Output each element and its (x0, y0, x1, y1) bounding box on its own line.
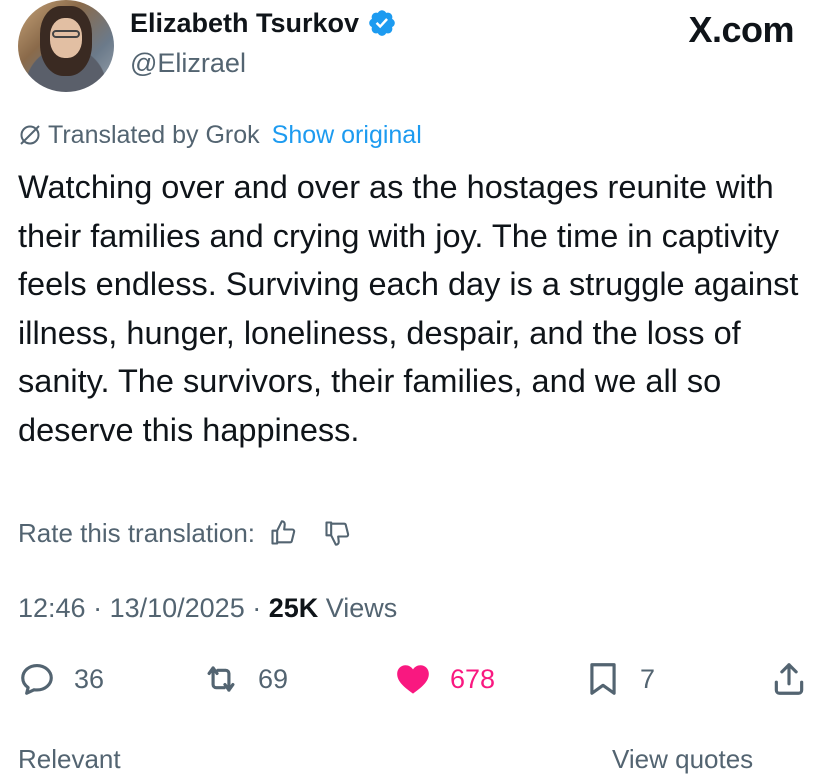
avatar-face (50, 18, 82, 58)
heart-icon (397, 665, 429, 694)
avatar-glasses (52, 30, 80, 38)
author-name-row[interactable]: Elizabeth Tsurkov (130, 6, 397, 40)
share-icon (774, 663, 804, 695)
tweet-text: Watching over and over as the hostages r… (18, 169, 799, 448)
tweet-date[interactable]: 13/10/2025 (110, 593, 245, 623)
view-quotes-link[interactable]: View quotes (612, 742, 753, 776)
bookmark-count: 7 (640, 663, 656, 694)
meta-separator: · (244, 593, 269, 623)
bookmark-icon (590, 663, 616, 695)
thumbs-up-icon[interactable] (269, 519, 297, 547)
like-button[interactable]: 678 (394, 656, 495, 702)
meta-separator: · (85, 593, 110, 623)
sort-relevant[interactable]: Relevant (18, 742, 121, 776)
views-count: 25K (268, 593, 319, 623)
share-button[interactable] (770, 656, 826, 702)
repost-button[interactable]: 69 (202, 656, 288, 702)
avatar[interactable] (18, 0, 114, 92)
reply-count: 36 (74, 663, 105, 694)
reply-icon (21, 663, 53, 695)
action-bar: 36 69 678 7 (0, 656, 828, 702)
grok-icon (20, 125, 40, 145)
thumbs-down-icon[interactable] (323, 519, 351, 547)
verified-badge-icon (369, 10, 395, 36)
translation-bar: Translated by Grok Show original (18, 118, 422, 152)
views-label: Views (325, 593, 398, 623)
rate-label: Rate this translation: (18, 518, 256, 548)
repost-count: 69 (258, 663, 289, 694)
author-name[interactable]: Elizabeth Tsurkov (130, 6, 359, 40)
x-logo: X.com (688, 9, 794, 50)
author-handle[interactable]: @Elizrael (130, 46, 246, 80)
rate-translation: Rate this translation: (18, 516, 351, 550)
bookmark-button[interactable]: 7 (584, 656, 655, 702)
show-original-link[interactable]: Show original (272, 118, 422, 152)
tweet-time[interactable]: 12:46 (18, 593, 86, 623)
repost-icon (207, 666, 235, 692)
like-count: 678 (450, 663, 496, 694)
tweet-meta: 12:46 · 13/10/2025 · 25K Views (18, 590, 397, 626)
translated-label: Translated by Grok (48, 121, 260, 149)
reply-button[interactable]: 36 (18, 656, 104, 702)
